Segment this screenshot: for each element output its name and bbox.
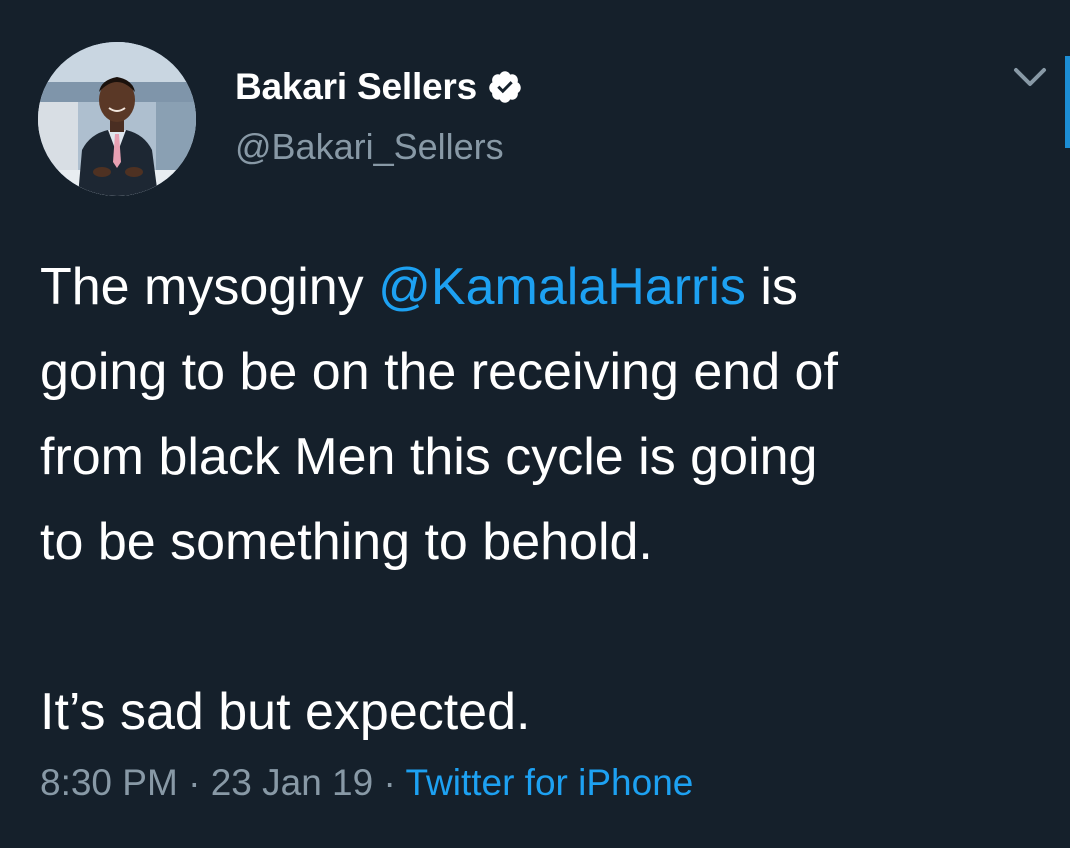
meta-separator: ·	[177, 762, 211, 803]
tweet-card: Bakari Sellers @Bakari_Sellers The mysog…	[0, 0, 1070, 848]
avatar-photo	[38, 42, 196, 196]
meta-separator: ·	[373, 762, 406, 803]
tweet-line-1: The mysoginy @KamalaHarris is	[40, 245, 1050, 330]
tweet-line-4: to be something to behold.	[40, 513, 653, 571]
tweet-date[interactable]: 23 Jan 19	[211, 762, 374, 803]
mention-link[interactable]: @KamalaHarris	[378, 258, 746, 316]
scroll-edge-indicator	[1065, 56, 1070, 148]
text-segment: The mysoginy	[40, 258, 379, 316]
text-segment: is	[745, 258, 798, 316]
tweet-meta: 8:30 PM · 23 Jan 19 · Twitter for iPhone	[40, 762, 693, 804]
author-block: Bakari Sellers @Bakari_Sellers	[235, 64, 523, 168]
name-row: Bakari Sellers	[235, 64, 523, 110]
tweet-time[interactable]: 8:30 PM	[40, 762, 178, 803]
tweet-line-2: going to be on the receiving end of	[40, 343, 838, 401]
tweet-line-5: It’s sad but expected.	[40, 683, 531, 741]
display-name[interactable]: Bakari Sellers	[235, 66, 477, 108]
avatar[interactable]	[38, 42, 196, 196]
user-handle[interactable]: @Bakari_Sellers	[235, 126, 523, 168]
chevron-down-icon[interactable]	[1010, 66, 1050, 90]
tweet-line-3: from black Men this cycle is going	[40, 428, 818, 486]
verified-badge-icon	[487, 69, 523, 105]
tweet-text: The mysoginy @KamalaHarris is going to b…	[40, 245, 1050, 755]
tweet-source-link[interactable]: Twitter for iPhone	[405, 762, 693, 803]
